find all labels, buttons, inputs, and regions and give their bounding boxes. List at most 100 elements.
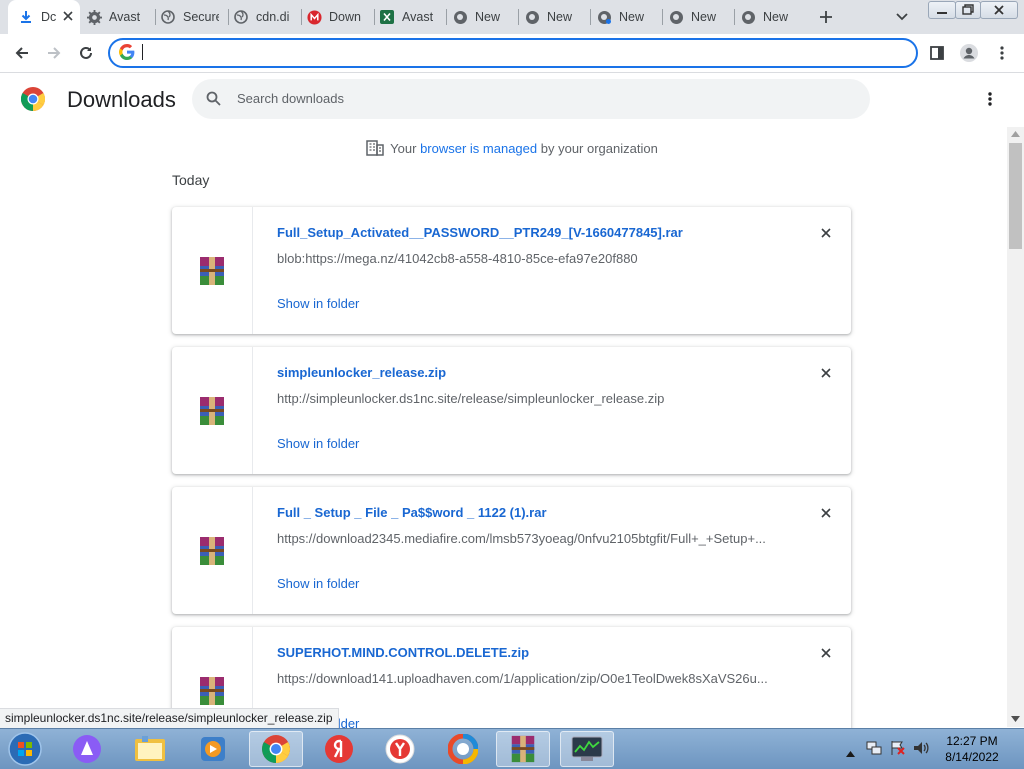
page-title: Downloads xyxy=(67,87,176,112)
network-icon[interactable] xyxy=(866,740,882,761)
clock-time: 12:27 PM xyxy=(946,734,998,748)
action-center-flag-icon[interactable] xyxy=(890,740,906,761)
address-bar[interactable] xyxy=(108,38,918,68)
tab-avast-sheet[interactable]: Avast xyxy=(379,0,445,34)
show-in-folder-link[interactable]: Show in folder xyxy=(277,296,359,311)
show-in-folder-link[interactable]: Show in folder xyxy=(277,436,359,451)
scrollbar-thumb[interactable] xyxy=(1009,143,1022,249)
download-source-url[interactable]: http://simpleunlocker.ds1nc.site/release… xyxy=(277,391,782,406)
tab-new-4[interactable]: New T xyxy=(668,0,734,34)
tab-new-3[interactable]: New T xyxy=(596,0,662,34)
close-tab-icon[interactable] xyxy=(63,10,73,24)
download-source-url[interactable]: blob:https://mega.nz/41042cb8-a558-4810-… xyxy=(277,251,782,266)
tab-label: New T xyxy=(619,10,647,24)
chrome-icon xyxy=(452,9,468,25)
tab-new-5[interactable]: New T xyxy=(740,0,806,34)
download-filename-link[interactable]: simpleunlocker_release.zip xyxy=(277,365,446,380)
new-tab-button[interactable] xyxy=(816,7,836,27)
explorer-icon[interactable] xyxy=(123,731,177,767)
alice-icon[interactable] xyxy=(60,731,114,767)
remove-download-icon[interactable] xyxy=(816,643,836,663)
chrome-icon xyxy=(740,9,756,25)
side-panel-icon[interactable] xyxy=(923,39,951,67)
search-placeholder: Search downloads xyxy=(237,91,344,106)
link-status-bubble: simpleunlocker.ds1nc.site/release/simple… xyxy=(0,708,339,729)
avast-secure-browser-icon[interactable] xyxy=(436,731,490,767)
search-downloads-field[interactable]: Search downloads xyxy=(192,79,870,119)
back-button[interactable] xyxy=(8,39,36,67)
tab-cdn[interactable]: cdn.di xyxy=(233,0,299,34)
download-filename-link[interactable]: Full_Setup_Activated__PASSWORD__PTR249_[… xyxy=(277,225,683,240)
tab-downloads[interactable]: Dc xyxy=(8,0,80,34)
date-section-label: Today xyxy=(172,172,210,188)
remove-download-icon[interactable] xyxy=(816,363,836,383)
scroll-down-icon[interactable] xyxy=(1011,716,1020,722)
volume-icon[interactable] xyxy=(913,740,929,761)
remove-download-icon[interactable] xyxy=(816,223,836,243)
start-orb-icon[interactable] xyxy=(0,731,50,767)
tab-label: Dc xyxy=(41,10,57,24)
excel-icon xyxy=(379,9,395,25)
managed-link[interactable]: browser is managed xyxy=(420,141,537,156)
tab-new-2[interactable]: New T xyxy=(524,0,590,34)
chrome-icon xyxy=(668,9,684,25)
profile-avatar-icon[interactable] xyxy=(955,39,983,67)
tab-mega-download[interactable]: Down xyxy=(306,0,372,34)
tab-secure[interactable]: Secure xyxy=(160,0,226,34)
restore-button[interactable] xyxy=(955,1,981,19)
winrar-archive-icon xyxy=(196,255,228,292)
task-manager-icon[interactable] xyxy=(560,731,614,767)
page-scrollbar[interactable] xyxy=(1007,127,1024,727)
yandex-icon[interactable] xyxy=(312,731,366,767)
tab-avast[interactable]: Avast xyxy=(86,0,152,34)
tab-strip: Dc Avast Secure cdn.di Down Avast New Ne… xyxy=(0,0,1024,34)
remove-download-icon[interactable] xyxy=(816,503,836,523)
tab-label: Avast xyxy=(109,10,141,24)
close-window-button[interactable] xyxy=(980,1,1018,19)
download-source-url[interactable]: https://download141.uploadhaven.com/1/ap… xyxy=(277,671,782,686)
tab-label: New T xyxy=(763,10,791,24)
chrome-icon[interactable] xyxy=(249,731,303,767)
tab-label: Secure xyxy=(183,10,219,24)
notification-dot xyxy=(606,19,611,24)
minimize-button[interactable] xyxy=(928,1,956,19)
download-item: Full _ Setup _ File _ Pa$$word _ 1122 (1… xyxy=(172,487,851,614)
gear-icon xyxy=(86,9,102,25)
more-actions-icon[interactable] xyxy=(980,89,1000,109)
download-item: simpleunlocker_release.zip http://simple… xyxy=(172,347,851,474)
system-clock[interactable]: 12:27 PM 8/14/2022 xyxy=(930,733,1014,765)
managed-notice: Your browser is managed by your organiza… xyxy=(0,140,1024,159)
tab-label: New T xyxy=(691,10,719,24)
tab-search-chevron-icon[interactable] xyxy=(895,9,913,25)
tab-label: New T xyxy=(475,10,503,24)
winrar-icon[interactable] xyxy=(496,731,550,767)
search-icon xyxy=(206,91,221,111)
tab-new-1[interactable]: New T xyxy=(452,0,518,34)
reload-button[interactable] xyxy=(72,39,100,67)
download-item: Full_Setup_Activated__PASSWORD__PTR249_[… xyxy=(172,207,851,334)
download-icon xyxy=(18,9,34,25)
tab-label: Avast xyxy=(402,10,434,24)
google-icon xyxy=(119,44,135,65)
downloads-header: Downloads Search downloads xyxy=(0,73,1024,127)
tray-expand-icon[interactable] xyxy=(846,744,855,762)
scroll-up-icon[interactable] xyxy=(1011,131,1020,137)
media-player-icon[interactable] xyxy=(186,731,240,767)
download-filename-link[interactable]: SUPERHOT.MIND.CONTROL.DELETE.zip xyxy=(277,645,529,660)
chrome-icon xyxy=(596,9,612,25)
tab-label: Down xyxy=(329,10,361,24)
download-source-url[interactable]: https://download2345.mediafire.com/lmsb5… xyxy=(277,531,782,546)
windows-taskbar: 12:27 PM 8/14/2022 xyxy=(0,728,1024,769)
chrome-icon xyxy=(524,9,540,25)
tab-label: New T xyxy=(547,10,575,24)
chrome-logo-icon xyxy=(20,87,46,116)
forward-button[interactable] xyxy=(40,39,68,67)
clock-date: 8/14/2022 xyxy=(945,750,999,764)
browser-menu-icon[interactable] xyxy=(988,39,1016,67)
building-icon xyxy=(366,140,384,159)
show-in-folder-link[interactable]: Show in folder xyxy=(277,576,359,591)
download-filename-link[interactable]: Full _ Setup _ File _ Pa$$word _ 1122 (1… xyxy=(277,505,547,520)
tab-label: cdn.di xyxy=(256,10,290,24)
text-cursor xyxy=(142,44,143,60)
yandex-browser-icon[interactable] xyxy=(373,731,427,767)
